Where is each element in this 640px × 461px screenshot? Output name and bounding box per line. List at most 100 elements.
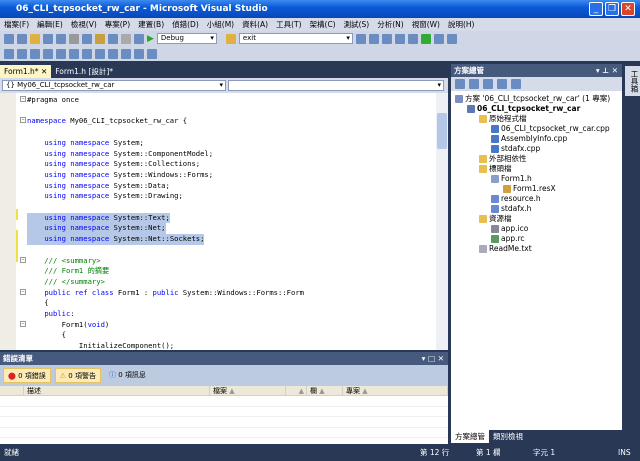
show-all-files-icon[interactable] <box>455 79 465 89</box>
tools-icon[interactable] <box>408 34 418 44</box>
menu-item[interactable]: 工具(T) <box>276 18 301 31</box>
uncomment-icon[interactable] <box>95 49 105 59</box>
col-description[interactable]: 描述 <box>24 386 210 395</box>
fold-toggle-icon[interactable]: − <box>20 117 26 123</box>
bookmark-icon[interactable] <box>108 49 118 59</box>
panel-controls[interactable]: ▾ □ ✕ <box>422 352 444 365</box>
col-column[interactable]: 欄 ▲ <box>307 386 343 395</box>
indent-icon[interactable] <box>69 49 79 59</box>
tree-node[interactable]: app.rc <box>491 234 525 244</box>
panel-controls[interactable]: ▾ ⊥ ✕ <box>596 64 618 77</box>
tab-form1-design[interactable]: Form1.h [設計]* <box>51 65 117 78</box>
tree-node[interactable]: 06_CLI_tcpsocket_rw_car.cpp <box>491 124 610 134</box>
menu-item[interactable]: 偵錯(D) <box>172 18 199 31</box>
fold-toggle-icon[interactable]: − <box>20 96 26 102</box>
menu-item[interactable]: 建置(B) <box>138 18 164 31</box>
parameter-info-icon[interactable] <box>17 49 27 59</box>
menu-item[interactable]: 資料(A) <box>242 18 268 31</box>
fold-toggle-icon[interactable]: − <box>20 289 26 295</box>
tree-node[interactable]: 標頭檔 <box>479 164 512 174</box>
menu-item[interactable]: 分析(N) <box>377 18 403 31</box>
redo-icon[interactable] <box>121 34 131 44</box>
menu-item[interactable]: 說明(H) <box>448 18 475 31</box>
col-project[interactable]: 專案 ▲ <box>343 386 448 395</box>
copy-icon[interactable] <box>82 34 92 44</box>
tab-solution-explorer[interactable]: 方案總管 <box>451 430 489 443</box>
menu-item[interactable]: 編輯(E) <box>37 18 63 31</box>
clear-bookmarks-icon[interactable] <box>147 49 157 59</box>
next-bookmark-icon[interactable] <box>134 49 144 59</box>
find-in-files-icon[interactable] <box>226 34 236 44</box>
tab-form1-h[interactable]: Form1.h* ✕ <box>0 65 51 78</box>
start-debug-icon[interactable]: ▶ <box>147 34 154 44</box>
quick-info-icon[interactable] <box>30 49 40 59</box>
prev-bookmark-icon[interactable] <box>121 49 131 59</box>
errors-filter-button[interactable]: ⬤ 0 項錯誤 <box>3 368 51 383</box>
navigate-icon[interactable] <box>134 34 144 44</box>
tree-node[interactable]: 06_CLI_tcpsocket_rw_car <box>467 104 580 114</box>
warnings-filter-button[interactable]: ⚠ 0 項警告 <box>55 368 101 383</box>
outdent-icon[interactable] <box>56 49 66 59</box>
find-combo[interactable]: exit <box>239 33 353 44</box>
solution-explorer-icon[interactable] <box>356 34 366 44</box>
add-item-icon[interactable] <box>17 34 27 44</box>
undo-icon[interactable] <box>108 34 118 44</box>
header-file-icon <box>491 195 499 203</box>
menu-item[interactable]: 檔案(F) <box>4 18 29 31</box>
scope-dropdown[interactable]: {} My06_CLI_tcpsocket_rw_car <box>2 80 226 91</box>
tree-node[interactable]: 資源檔 <box>479 214 512 224</box>
close-tab-icon[interactable]: ✕ <box>41 67 47 76</box>
paste-icon[interactable] <box>95 34 105 44</box>
tree-node[interactable]: ReadMe.txt <box>479 244 532 254</box>
save-icon[interactable] <box>43 34 53 44</box>
member-list-icon[interactable] <box>4 49 14 59</box>
tree-node[interactable]: stdafx.h <box>491 204 531 214</box>
fold-toggle-icon[interactable]: − <box>20 321 26 327</box>
restore-button[interactable]: ❐ <box>605 2 619 16</box>
vertical-scrollbar[interactable] <box>436 93 448 350</box>
cut-icon[interactable] <box>69 34 79 44</box>
tree-node[interactable]: Form1.h <box>491 174 532 184</box>
tree-node[interactable]: AssemblyInfo.cpp <box>491 134 567 144</box>
menu-item[interactable]: 檢視(V) <box>71 18 97 31</box>
tree-node[interactable]: stdafx.cpp <box>491 144 540 154</box>
tree-node[interactable]: resource.h <box>491 194 541 204</box>
class-diagram-icon[interactable] <box>511 79 521 89</box>
member-dropdown[interactable] <box>228 80 444 91</box>
window-icon[interactable] <box>447 34 457 44</box>
tree-node[interactable]: app.ico <box>491 224 528 234</box>
col-line[interactable]: ▲ <box>286 386 307 395</box>
start-page-icon[interactable] <box>434 34 444 44</box>
tab-class-view[interactable]: 類別檢視 <box>489 430 527 443</box>
object-browser-icon[interactable] <box>382 34 392 44</box>
toolbox-icon[interactable] <box>395 34 405 44</box>
tree-node[interactable]: Form1.resX <box>503 184 556 194</box>
comment-icon[interactable] <box>82 49 92 59</box>
extension-icon[interactable] <box>421 34 431 44</box>
close-button[interactable]: ✕ <box>621 2 635 16</box>
complete-word-icon[interactable] <box>43 49 53 59</box>
view-designer-icon[interactable] <box>497 79 507 89</box>
properties-icon[interactable] <box>369 34 379 44</box>
save-all-icon[interactable] <box>56 34 66 44</box>
menu-item[interactable]: 測試(S) <box>344 18 370 31</box>
minimize-button[interactable]: _ <box>589 2 603 16</box>
messages-filter-button[interactable]: ⓘ 0 項訊息 <box>105 368 150 383</box>
col-file[interactable]: 檔案 ▲ <box>210 386 286 395</box>
refresh-icon[interactable] <box>469 79 479 89</box>
tree-node[interactable]: 原始程式檔 <box>479 114 527 124</box>
config-select[interactable]: Debug <box>157 33 217 44</box>
view-code-icon[interactable] <box>483 79 493 89</box>
tree-node[interactable]: 外部相依性 <box>479 154 527 164</box>
menu-item[interactable]: 視窗(W) <box>412 18 440 31</box>
toolbox-side-tab[interactable]: 工具箱 <box>625 66 640 96</box>
open-icon[interactable] <box>30 34 40 44</box>
menu-item[interactable]: 專案(P) <box>105 18 130 31</box>
tree-node[interactable]: 方案 '06_CLI_tcpsocket_rw_car' (1 專案) <box>455 94 610 104</box>
new-project-icon[interactable] <box>4 34 14 44</box>
menu-item[interactable]: 小組(M) <box>207 18 234 31</box>
menu-item[interactable]: 架構(C) <box>310 18 336 31</box>
fold-toggle-icon[interactable]: − <box>20 257 26 263</box>
code-area[interactable]: #pragma once−namespace My06_CLI_tcpsocke… <box>0 93 436 350</box>
scroll-thumb[interactable] <box>437 113 447 149</box>
